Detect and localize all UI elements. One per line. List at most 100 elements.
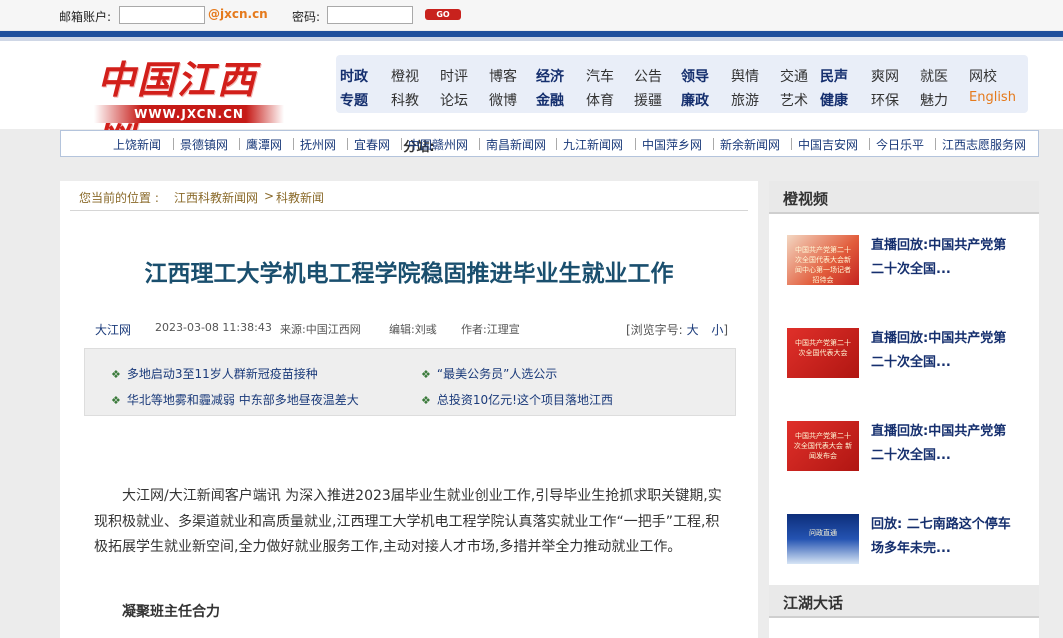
nav-item[interactable]: 经济 <box>536 66 564 86</box>
subsite-separator <box>556 138 557 150</box>
subsite-link[interactable]: 今日乐平 <box>876 136 924 153</box>
site-logo[interactable]: 中国江西网 WWW.JXCN.CN <box>92 47 292 157</box>
article-origin: 来源:中国江西网 <box>280 323 361 336</box>
nav-item[interactable]: 论坛 <box>440 90 468 110</box>
subsite-separator <box>401 138 402 150</box>
article-author: 作者:江理宣 <box>461 323 520 336</box>
video-thumbnail[interactable]: 问政直通 <box>787 514 859 564</box>
password-label: 密码: <box>292 10 321 24</box>
nav-item[interactable]: English <box>969 90 1016 105</box>
nav-item[interactable]: 汽车 <box>586 66 614 86</box>
subsite-link[interactable]: 新余新闻网 <box>720 136 780 153</box>
related-links: ❖ 多地启动3至11岁人群新冠疫苗接种 ❖ “最美公务员”人选公示 ❖ 华北等地雾和霾… <box>84 348 736 416</box>
nav-item[interactable]: 网校 <box>969 66 997 86</box>
subsite-link[interactable]: 抚州网 <box>300 136 336 153</box>
nav-item[interactable]: 健康 <box>820 90 848 110</box>
nav-item[interactable]: 专题 <box>340 90 368 110</box>
diamond-icon: ❖ <box>421 394 431 407</box>
main-nav: 时政 橙视 时评 博客 经济 汽车 公告 领导 舆情 交通 民声 爽网 就医 网校专题 科教 论坛 微博 金融 体育… <box>336 55 1028 113</box>
article-title: 江西理工大学机电工程学院稳固推进毕业生就业工作 <box>144 261 674 287</box>
subsite-link[interactable]: 中国赣州网 <box>408 136 468 153</box>
subsite-link[interactable]: 宜春网 <box>354 136 390 153</box>
nav-item[interactable]: 魅力 <box>920 90 948 110</box>
breadcrumb-separator: > <box>264 189 275 203</box>
font-size-close: ] <box>723 323 729 337</box>
article-panel: 您当前的位置 : 江西科教新闻网 > 科教新闻 江西理工大学机电工程学院稳固推进… <box>60 181 758 638</box>
subsite-separator <box>869 138 870 150</box>
font-size-label: [浏览字号: <box>626 323 683 337</box>
thumbnail-caption: 中国共产党第二十次全国代表大会新闻中心第一场记者招待会 <box>795 246 851 284</box>
talk-section-title[interactable]: 江湖大话 <box>783 592 843 613</box>
subsite-separator <box>791 138 792 150</box>
breadcrumb-prefix: 您当前的位置 : <box>79 191 159 205</box>
nav-item[interactable]: 科教 <box>391 90 419 110</box>
nav-item[interactable]: 舆情 <box>731 66 759 86</box>
nav-item[interactable]: 时评 <box>440 66 468 86</box>
related-link[interactable]: ❖ 总投资10亿元!这个项目落地江西 <box>421 391 613 408</box>
related-link[interactable]: ❖ “最美公务员”人选公示 <box>421 365 557 382</box>
video-thumbnail[interactable]: 中国共产党第二十次全国代表大会新闻中心第一场记者招待会 <box>787 235 859 285</box>
source-link[interactable]: 大江网 <box>95 321 131 338</box>
nav-item[interactable]: 廉政 <box>681 90 709 110</box>
nav-item[interactable]: 交通 <box>780 66 808 86</box>
login-go-button[interactable]: GO <box>425 9 461 20</box>
talk-section-header: 江湖大话 <box>769 585 1039 618</box>
subsite-link[interactable]: 上饶新闻 <box>113 136 161 153</box>
thumbnail-caption: 中国共产党第二十次全国代表大会 <box>795 339 851 357</box>
font-size-large[interactable]: 大 <box>687 323 699 337</box>
nav-item[interactable]: 艺术 <box>780 90 808 110</box>
subsite-separator <box>239 138 240 150</box>
password-input[interactable] <box>327 6 413 24</box>
nav-item[interactable]: 领导 <box>681 66 709 86</box>
nav-item[interactable]: 金融 <box>536 90 564 110</box>
subsite-link[interactable]: 江西志愿服务网 <box>942 136 1026 153</box>
subsite-separator <box>935 138 936 150</box>
subsite-link[interactable]: 南昌新闻网 <box>486 136 546 153</box>
subsite-link[interactable]: 景德镇网 <box>180 136 228 153</box>
video-title[interactable]: 直播回放:中国共产党第 二十次全国... <box>871 234 1029 282</box>
video-thumbnail[interactable]: 中国共产党第二十次全国代表大会 <box>787 328 859 378</box>
subsite-bar: 分站: 上饶新闻 景德镇网 鹰潭网 抚州网 宜春网 中国赣州网 南昌新闻网 九江新闻网 中国萍乡… <box>60 130 1039 157</box>
article-body: 大江网/大江新闻客户端讯 为深入推进2023届毕业生就业创业工作,引导毕业生抢抓… <box>94 488 722 555</box>
nav-item[interactable]: 旅游 <box>731 90 759 110</box>
video-title[interactable]: 回放: 二七南路这个停车 场多年未完... <box>871 513 1029 561</box>
subsite-link[interactable]: 鹰潭网 <box>246 136 282 153</box>
nav-item[interactable]: 公告 <box>634 66 662 86</box>
video-title[interactable]: 直播回放:中国共产党第 二十次全国... <box>871 420 1029 468</box>
font-size-control: [浏览字号: 大 小] <box>626 321 728 338</box>
video-section-title[interactable]: 橙视频 <box>783 188 828 209</box>
video-thumbnail[interactable]: 中国共产党第二十次全国代表大会 新闻发布会 <box>787 421 859 471</box>
nav-item[interactable]: 微博 <box>489 90 517 110</box>
account-input[interactable] <box>119 6 205 24</box>
subsite-link[interactable]: 九江新闻网 <box>563 136 623 153</box>
nav-item[interactable]: 爽网 <box>871 66 899 86</box>
subsite-link[interactable]: 中国萍乡网 <box>642 136 702 153</box>
article-subhead: 凝聚班主任合力 <box>122 604 220 620</box>
login-bar: 邮箱账户: @jxcn.cn 密码: GO <box>0 0 1063 30</box>
sidebar: 橙视频 中国共产党第二十次全国代表大会新闻中心第一场记者招待会 直播回放:中国共… <box>769 181 1039 638</box>
site-header: 中国江西网 WWW.JXCN.CN 时政 橙视 时评 博客经济 汽车公告领导 舆情 交通民声… <box>0 41 1063 157</box>
nav-item[interactable]: 时政 <box>340 66 368 86</box>
nav-item[interactable]: 援疆 <box>634 90 662 110</box>
subsite-separator <box>347 138 348 150</box>
nav-item[interactable]: 体育 <box>586 90 614 110</box>
nav-item[interactable]: 民声 <box>820 66 848 86</box>
subsite-link[interactable]: 中国吉安网 <box>798 136 858 153</box>
related-link[interactable]: ❖ 华北等地雾和霾减弱 中东部多地昼夜温差大 <box>111 391 359 408</box>
video-section-header: 橙视频 <box>769 181 1039 214</box>
logo-url: WWW.JXCN.CN <box>94 105 284 123</box>
article-editor: 编辑:刘彧 <box>389 323 437 336</box>
breadcrumb-link-kejiao[interactable]: 江西科教新闻网 <box>174 189 258 206</box>
nav-item[interactable]: 博客 <box>489 66 517 86</box>
related-link[interactable]: ❖ 多地启动3至11岁人群新冠疫苗接种 <box>111 365 318 382</box>
account-label: 邮箱账户: <box>59 10 112 24</box>
video-title[interactable]: 直播回放:中国共产党第 二十次全国... <box>871 327 1029 375</box>
subsite-separator <box>713 138 714 150</box>
subsite-separator <box>479 138 480 150</box>
nav-item[interactable]: 橙视 <box>391 66 419 86</box>
breadcrumb-link-news[interactable]: 科教新闻 <box>276 189 324 206</box>
font-size-small[interactable]: 小 <box>711 323 723 337</box>
nav-item[interactable]: 环保 <box>871 90 899 110</box>
subsite-separator <box>635 138 636 150</box>
nav-item[interactable]: 就医 <box>920 66 948 86</box>
